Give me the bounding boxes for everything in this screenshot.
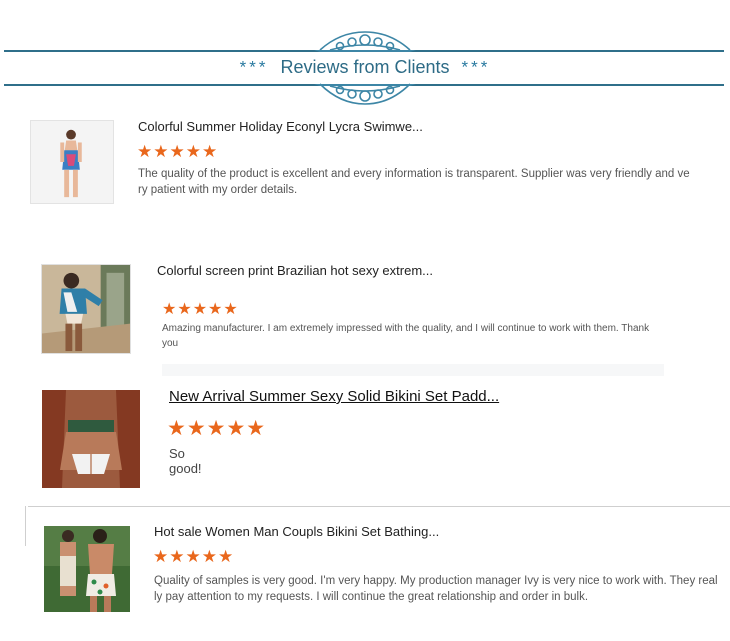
swimsuit-photo-icon — [31, 121, 113, 203]
header-decoration-right: *** — [461, 57, 491, 77]
product-title[interactable]: Hot sale Women Man Coupls Bikini Set Bat… — [154, 524, 439, 539]
bikini-photo-icon — [42, 265, 130, 353]
header-title-row: *** Reviews from Clients *** — [0, 57, 730, 81]
bikini-set-photo-icon — [42, 390, 140, 488]
header-decoration-left: *** — [239, 57, 269, 77]
page-title: Reviews from Clients — [280, 57, 450, 77]
section-divider-vertical — [25, 506, 26, 546]
review-text: So good! — [169, 446, 202, 476]
product-thumbnail[interactable] — [42, 390, 140, 488]
section-divider — [28, 506, 730, 507]
star-rating: ★★★★★ — [162, 301, 239, 318]
reviews-header-banner: *** Reviews from Clients *** — [0, 0, 730, 110]
product-thumbnail[interactable] — [30, 120, 114, 204]
review-text: Amazing manufacturer. I am extremely imp… — [162, 323, 650, 349]
product-title[interactable]: Colorful Summer Holiday Econyl Lycra Swi… — [138, 119, 423, 134]
review-text: Quality of samples is very good. I'm ver… — [154, 575, 718, 603]
star-rating: ★★★★★ — [167, 417, 267, 440]
review-text: The quality of the product is excellent … — [138, 168, 690, 196]
product-title[interactable]: New Arrival Summer Sexy Solid Bikini Set… — [169, 388, 499, 405]
star-rating: ★★★★★ — [153, 547, 235, 566]
product-thumbnail[interactable] — [41, 264, 131, 354]
review-footer-bar — [162, 364, 664, 376]
star-rating: ★★★★★ — [137, 142, 219, 161]
product-title[interactable]: Colorful screen print Brazilian hot sexy… — [157, 263, 433, 278]
couple-swimwear-photo-icon — [44, 526, 130, 612]
product-thumbnail[interactable] — [44, 526, 130, 612]
